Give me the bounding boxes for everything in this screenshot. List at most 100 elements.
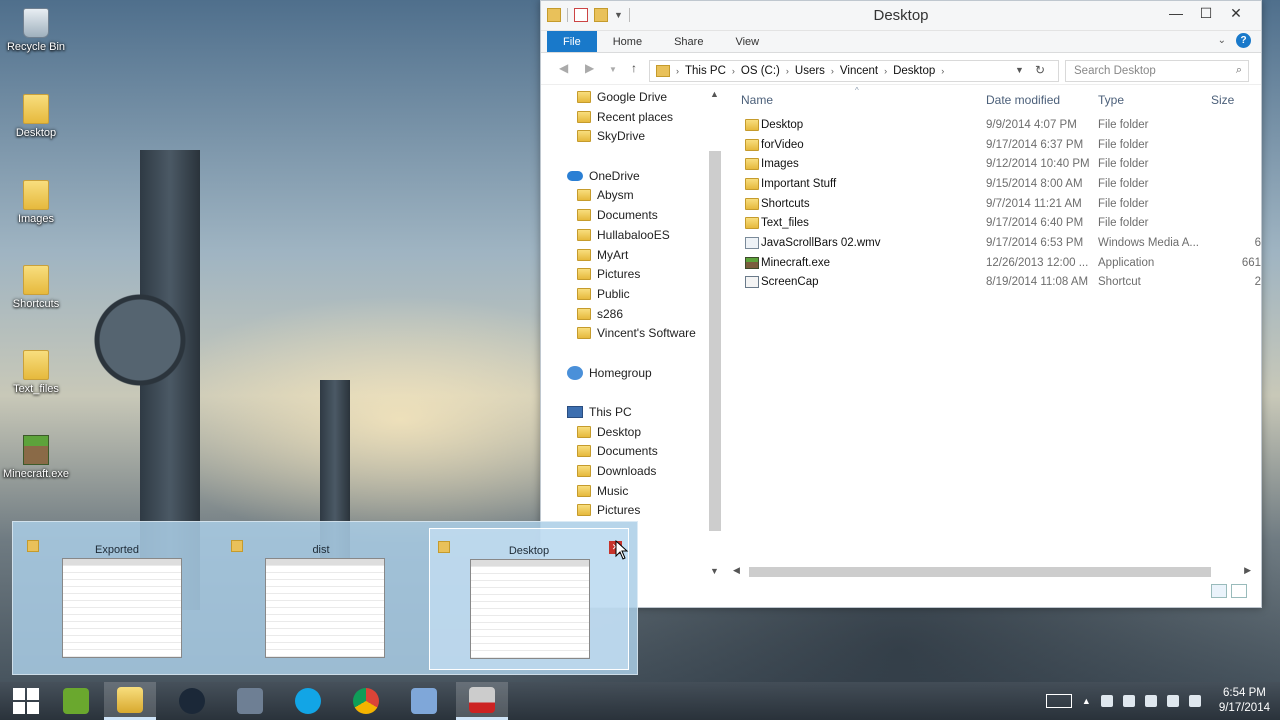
search-input[interactable]: Search Desktop ⌕ bbox=[1065, 60, 1249, 82]
help-icon[interactable]: ? bbox=[1236, 33, 1251, 48]
taskbar-app-screen-recorder[interactable] bbox=[456, 682, 508, 720]
scrollbar-thumb[interactable] bbox=[709, 151, 721, 531]
taskbar-app-tool[interactable] bbox=[224, 682, 276, 720]
file-row[interactable]: Desktop 9/9/2014 4:07 PM File folder bbox=[731, 116, 1261, 136]
column-header-type[interactable]: Type bbox=[1098, 93, 1124, 107]
minimize-button[interactable]: — bbox=[1161, 3, 1191, 25]
desktop-icon-text-files[interactable]: Text_files bbox=[0, 350, 72, 395]
explorer-window[interactable]: ▼ Desktop — ☐ ✕ File Home Share View ⌄ ?… bbox=[540, 0, 1262, 608]
nav-item-documents[interactable]: Documents bbox=[577, 206, 658, 224]
nav-item-pc-desktop[interactable]: Desktop bbox=[577, 423, 641, 441]
thumbnail-dist[interactable]: dist bbox=[223, 528, 419, 670]
expand-ribbon-chevron-icon[interactable]: ⌄ bbox=[1218, 35, 1226, 46]
file-list[interactable]: Name ^ Date modified Type Size Desktop 9… bbox=[731, 86, 1261, 566]
search-icon[interactable]: ⌕ bbox=[1236, 64, 1242, 77]
nav-item-s286[interactable]: s286 bbox=[577, 305, 623, 323]
nav-item-skydrive[interactable]: SkyDrive bbox=[577, 127, 645, 145]
breadcrumb-chevron-icon[interactable]: › bbox=[786, 66, 789, 76]
breadcrumb-vincent[interactable]: Vincent bbox=[840, 65, 878, 77]
nav-item-vincents-software[interactable]: Vincent's Software bbox=[577, 324, 696, 342]
nav-item-homegroup[interactable]: Homegroup bbox=[567, 364, 652, 382]
nav-item-myart[interactable]: MyArt bbox=[577, 246, 628, 264]
breadcrumb-os-c[interactable]: OS (C:) bbox=[741, 65, 780, 77]
taskbar-app-skype[interactable] bbox=[282, 682, 334, 720]
nav-item-onedrive[interactable]: OneDrive bbox=[567, 167, 640, 185]
nav-item-public[interactable]: Public bbox=[577, 285, 630, 303]
nav-item-this-pc[interactable]: This PC bbox=[567, 403, 632, 421]
title-bar[interactable]: ▼ Desktop — ☐ ✕ bbox=[541, 1, 1261, 31]
taskbar-clock[interactable]: 6:54 PM 9/17/2014 bbox=[1219, 686, 1270, 716]
nav-item-google-drive[interactable]: Google Drive bbox=[577, 88, 667, 106]
nav-item-recent-places[interactable]: Recent places bbox=[577, 108, 673, 126]
maximize-button[interactable]: ☐ bbox=[1191, 3, 1221, 25]
desktop-icon-desktop[interactable]: Desktop bbox=[0, 94, 72, 139]
address-bar[interactable]: › This PC › OS (C:) › Users › Vincent › … bbox=[649, 60, 1059, 82]
file-row[interactable]: JavaScrollBars 02.wmv 9/17/2014 6:53 PM … bbox=[731, 234, 1261, 254]
breadcrumb-desktop[interactable]: Desktop bbox=[893, 65, 935, 77]
breadcrumb-chevron-icon[interactable]: › bbox=[941, 66, 944, 76]
file-row[interactable]: Images 9/12/2014 10:40 PM File folder bbox=[731, 155, 1261, 175]
nav-item-hullabalooes[interactable]: HullabalooES bbox=[577, 226, 670, 244]
close-button[interactable]: ✕ bbox=[1221, 3, 1251, 25]
breadcrumb-chevron-icon[interactable]: › bbox=[676, 66, 679, 76]
tab-view[interactable]: View bbox=[719, 31, 775, 52]
desktop-icon-shortcuts[interactable]: Shortcuts bbox=[0, 265, 72, 310]
scrollbar-thumb[interactable] bbox=[749, 567, 1211, 577]
scroll-left-arrow-icon[interactable]: ◀ bbox=[733, 565, 740, 576]
details-view-icon[interactable] bbox=[1211, 584, 1227, 598]
refresh-icon[interactable]: ↻ bbox=[1035, 63, 1045, 77]
address-dropdown-chevron-icon[interactable]: ▼ bbox=[1015, 65, 1024, 75]
recent-locations-chevron-icon[interactable]: ▼ bbox=[609, 65, 617, 74]
scroll-up-arrow-icon[interactable]: ▲ bbox=[710, 89, 719, 99]
breadcrumb-chevron-icon[interactable]: › bbox=[884, 66, 887, 76]
nav-item-abysm[interactable]: Abysm bbox=[577, 186, 634, 204]
file-row[interactable]: Minecraft.exe 12/26/2013 12:00 ... Appli… bbox=[731, 254, 1261, 274]
file-row[interactable]: Important Stuff 9/15/2014 8:00 AM File f… bbox=[731, 175, 1261, 195]
horizontal-scrollbar[interactable]: ◀ ▶ bbox=[731, 564, 1253, 580]
battery-icon[interactable] bbox=[1122, 695, 1135, 707]
breadcrumb-chevron-icon[interactable]: › bbox=[831, 66, 834, 76]
taskbar-app-steam[interactable] bbox=[166, 682, 218, 720]
show-hidden-icons-chevron-icon[interactable]: ▲ bbox=[1082, 696, 1091, 706]
back-arrow-icon[interactable]: ◀ bbox=[559, 61, 568, 75]
nav-item-pictures[interactable]: Pictures bbox=[577, 265, 640, 283]
file-row[interactable]: ScreenCap 8/19/2014 11:08 AM Shortcut 2 bbox=[731, 273, 1261, 293]
google-drive-tray-icon[interactable] bbox=[1100, 695, 1113, 707]
thumbnail-desktop[interactable]: Desktop ✕ bbox=[429, 528, 629, 670]
thumbnail-exported[interactable]: Exported bbox=[19, 528, 215, 670]
volume-icon[interactable] bbox=[1166, 695, 1179, 707]
taskbar-app-chrome[interactable] bbox=[340, 682, 392, 720]
navigation-pane[interactable]: Google Drive Recent places SkyDrive OneD… bbox=[541, 86, 723, 556]
file-row[interactable]: Text_files 9/17/2014 6:40 PM File folder bbox=[731, 214, 1261, 234]
network-signal-icon[interactable] bbox=[1144, 695, 1157, 707]
tab-file[interactable]: File bbox=[547, 31, 597, 52]
nav-item-pc-pictures[interactable]: Pictures bbox=[577, 501, 640, 519]
breadcrumb-users[interactable]: Users bbox=[795, 65, 825, 77]
nav-scrollbar[interactable]: ▲ bbox=[707, 86, 723, 556]
nav-item-pc-documents[interactable]: Documents bbox=[577, 442, 658, 460]
desktop-icon-minecraft[interactable]: Minecraft.exe bbox=[0, 435, 72, 480]
start-button[interactable] bbox=[0, 682, 52, 720]
keyboard-icon[interactable] bbox=[1045, 694, 1072, 708]
breadcrumb-chevron-icon[interactable]: › bbox=[732, 66, 735, 76]
nav-item-pc-music[interactable]: Music bbox=[577, 482, 628, 500]
large-icons-view-icon[interactable] bbox=[1231, 584, 1247, 598]
tab-home[interactable]: Home bbox=[597, 31, 658, 52]
file-row[interactable]: Shortcuts 9/7/2014 11:21 AM File folder bbox=[731, 195, 1261, 215]
desktop-icon-images[interactable]: Images bbox=[0, 180, 72, 225]
tab-share[interactable]: Share bbox=[658, 31, 719, 52]
taskbar-app-xna[interactable] bbox=[50, 682, 102, 720]
column-header-date[interactable]: Date modified bbox=[986, 93, 1060, 107]
taskbar-app-virtualbox[interactable] bbox=[398, 682, 450, 720]
file-row[interactable]: forVideo 9/17/2014 6:37 PM File folder bbox=[731, 136, 1261, 156]
action-center-flag-icon[interactable] bbox=[1188, 695, 1201, 707]
up-arrow-icon[interactable]: ↑ bbox=[631, 61, 637, 75]
breadcrumb-this-pc[interactable]: This PC bbox=[685, 65, 726, 77]
column-header-name[interactable]: Name bbox=[741, 93, 773, 107]
taskbar-app-file-explorer[interactable] bbox=[104, 682, 156, 720]
forward-arrow-icon[interactable]: ▶ bbox=[585, 61, 594, 75]
nav-item-pc-downloads[interactable]: Downloads bbox=[577, 462, 656, 480]
scroll-down-arrow-icon[interactable]: ▼ bbox=[710, 566, 719, 576]
column-header-size[interactable]: Size bbox=[1211, 93, 1234, 107]
desktop-icon-recycle-bin[interactable]: Recycle Bin bbox=[0, 8, 72, 53]
